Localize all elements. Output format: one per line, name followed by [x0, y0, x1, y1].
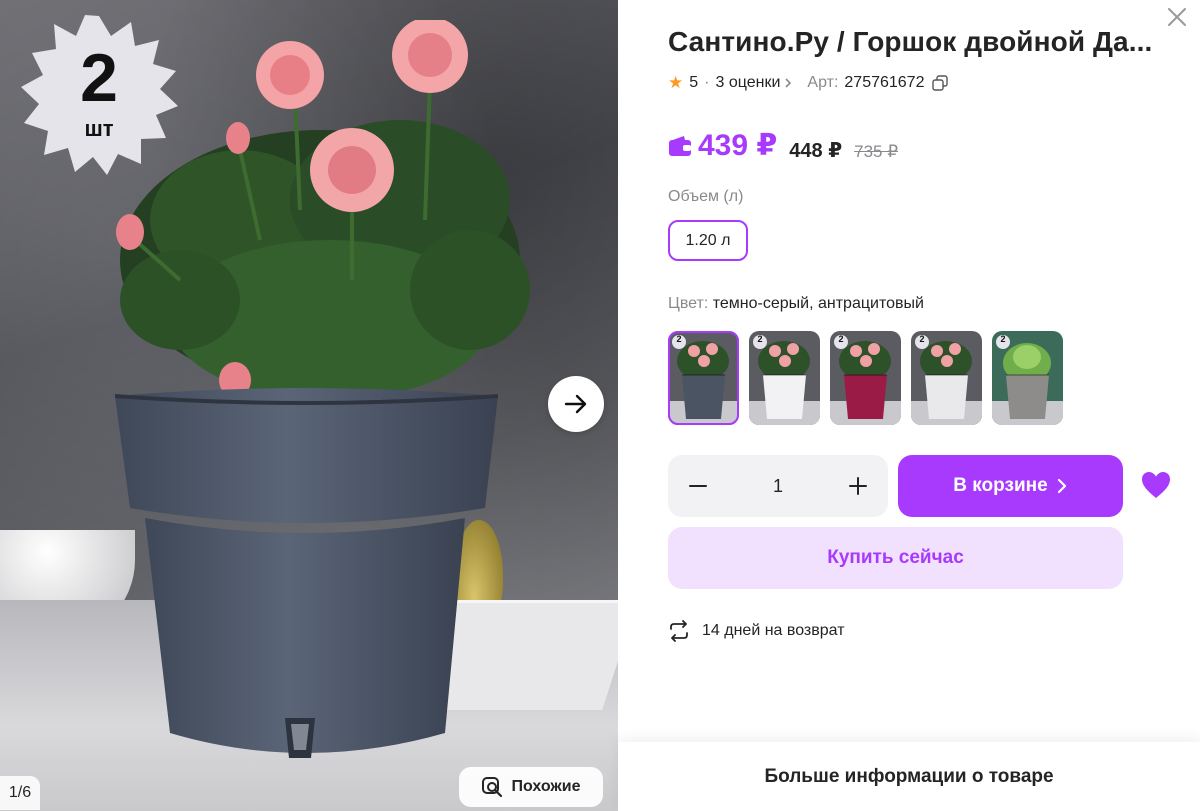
cart-label: В корзине — [953, 475, 1048, 496]
wallet-price: 439 ₽ — [668, 128, 777, 163]
similar-button[interactable]: Похожие — [459, 767, 603, 807]
regular-price: 448 ₽ — [789, 139, 843, 162]
copy-icon[interactable] — [932, 75, 949, 91]
badge-number: 2 — [80, 40, 118, 116]
reviews-link[interactable]: 3 оценки — [715, 74, 793, 92]
arrow-right-icon — [564, 394, 587, 414]
quantity-badge: 2 шт — [18, 14, 180, 176]
similar-label: Похожие — [511, 778, 581, 795]
article-label: Арт: — [807, 74, 839, 91]
quantity-stepper: 1 — [668, 455, 888, 517]
color-swatch-crimson[interactable]: 2 — [830, 331, 901, 425]
minus-icon — [689, 485, 707, 487]
volume-option-selected[interactable]: 1.20 л — [668, 220, 748, 261]
return-arrows-icon — [670, 620, 688, 642]
returns-text: 14 дней на возврат — [702, 622, 845, 639]
article-number: 275761672 — [844, 74, 925, 91]
color-label: Цвет: темно-серый, антрацитовый — [668, 295, 924, 313]
more-info-button[interactable]: Больше информации о товаре — [618, 742, 1200, 811]
color-label-text: Цвет: — [668, 295, 709, 312]
color-value: темно-серый, антрацитовый — [712, 295, 924, 312]
color-swatch-light-grey[interactable]: 2 — [911, 331, 982, 425]
swatch-badge-number: 2 — [919, 334, 925, 344]
badge-unit: шт — [84, 116, 114, 141]
product-title: Сантино.Ру / Горшок двойной Да... — [668, 26, 1153, 57]
in-cart-button[interactable]: В корзине — [898, 455, 1123, 517]
next-image-button[interactable] — [548, 376, 604, 432]
old-price: 735 ₽ — [854, 141, 899, 161]
decrease-button[interactable] — [686, 474, 710, 498]
quantity-value: 1 — [772, 475, 783, 496]
chevron-right-icon — [1057, 478, 1066, 494]
close-icon[interactable] — [1164, 4, 1190, 30]
swatch-badge-number: 2 — [676, 334, 682, 344]
color-swatch-anthracite[interactable]: 2 — [668, 331, 739, 425]
separator-dot: · — [704, 74, 710, 91]
color-swatch-grey[interactable]: 2 — [992, 331, 1063, 425]
increase-button[interactable] — [846, 474, 870, 498]
returns-info: 14 дней на возврат — [668, 620, 845, 642]
wallet-price-value: 439 ₽ — [698, 129, 778, 162]
volume-label: Объем (л) — [668, 188, 744, 205]
rating-value: 5 — [689, 74, 699, 91]
search-similar-icon — [482, 777, 503, 798]
plus-icon — [848, 477, 867, 495]
pot-image — [115, 388, 498, 758]
reviews-count: 3 оценки — [715, 74, 781, 91]
swatch-badge-number: 2 — [838, 334, 844, 344]
chevron-right-icon — [785, 78, 792, 88]
swatch-badge-number: 2 — [757, 334, 763, 344]
color-swatches: 2 2 2 2 2 — [668, 331, 1063, 425]
product-gallery[interactable]: 2 шт 1/6 Похожие — [0, 0, 618, 811]
color-swatch-white[interactable]: 2 — [749, 331, 820, 425]
buy-now-button[interactable]: Купить сейчас — [668, 527, 1123, 589]
favorite-heart-icon[interactable] — [1140, 470, 1172, 500]
swatch-badge-number: 2 — [1000, 334, 1006, 344]
star-icon: ★ — [668, 73, 684, 92]
wallet-icon — [669, 135, 691, 156]
image-counter: 1/6 — [0, 776, 40, 810]
price-row: 439 ₽ 448 ₽ 735 ₽ — [668, 128, 898, 163]
product-meta: ★ 5 · 3 оценки Арт: 275761672 — [668, 73, 949, 93]
